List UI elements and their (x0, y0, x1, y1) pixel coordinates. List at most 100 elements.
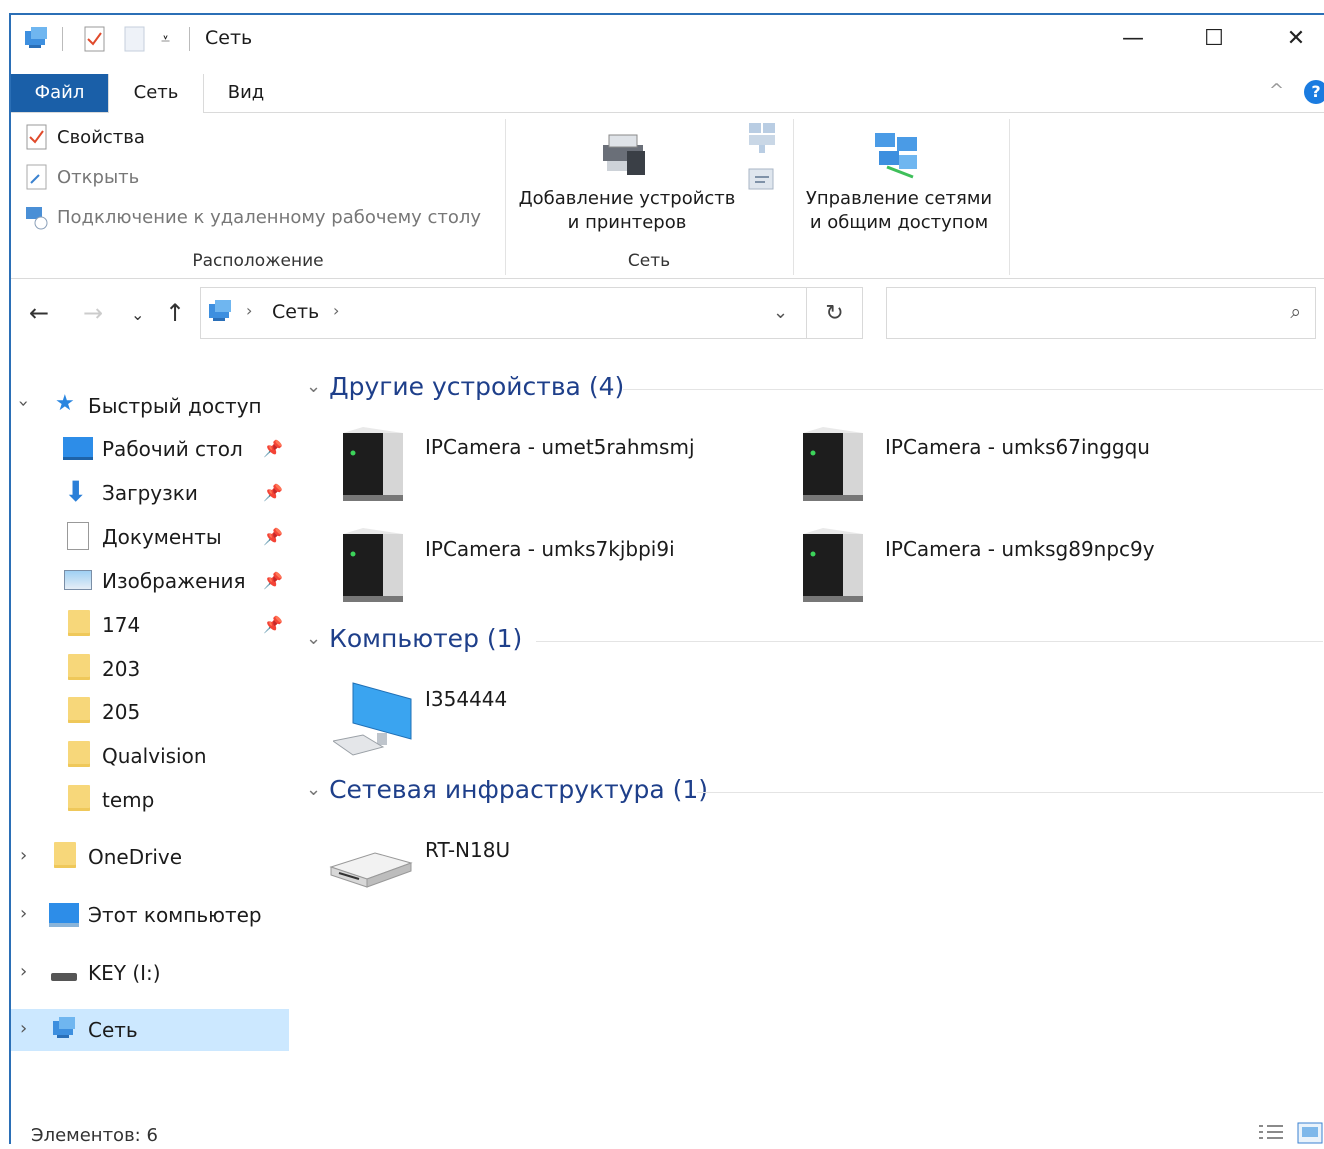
group-label-network: Сеть (627, 251, 671, 271)
desktop-icon (63, 437, 93, 460)
chevron-right-icon[interactable]: › (20, 845, 27, 866)
computer-icon (49, 903, 79, 927)
group-title: Компьютер (1) (329, 624, 523, 653)
chevron-down-icon[interactable]: › (13, 400, 34, 407)
download-arrow-icon: ⬇ (64, 475, 88, 508)
tab-network[interactable]: Сеть (108, 74, 204, 113)
sidebar-item-label: temp (102, 788, 155, 812)
divider (189, 27, 190, 51)
properties-button[interactable]: Свойства (25, 123, 145, 151)
divider (793, 119, 794, 275)
sidebar-item-label: KEY (I:) (88, 961, 161, 985)
sidebar-item-label: Быстрый доступ (88, 394, 262, 418)
chevron-right-icon[interactable]: › (20, 903, 27, 924)
sidebar-item-network[interactable]: › Сеть (11, 1009, 289, 1051)
sidebar-item-label: Qualvision (102, 744, 207, 768)
add-devices-label-line2: и принтеров (567, 212, 687, 233)
up-button[interactable]: ↑ (165, 299, 185, 327)
pin-icon[interactable]: 📌 (263, 483, 283, 502)
divider (697, 792, 1323, 793)
status-items-count: Элементов: 6 (31, 1125, 158, 1146)
device-name: IPCamera - umks67inggqu (885, 435, 1150, 459)
network-sharing-label-line2: и общим доступом (809, 212, 989, 233)
device-name: IPCamera - umet5rahmsmj (425, 435, 695, 459)
maximize-button[interactable]: ☐ (1191, 19, 1237, 59)
drive-icon (51, 973, 77, 981)
close-button[interactable]: ✕ (1273, 19, 1319, 59)
chevron-down-icon: ⌄ (306, 779, 322, 800)
sidebar-item-label: 205 (102, 700, 141, 724)
chevron-down-icon[interactable]: ⌄ (773, 302, 788, 323)
network-icon[interactable] (21, 25, 51, 57)
minimize-button[interactable]: — (1110, 19, 1156, 59)
details-view-icon[interactable] (1257, 1123, 1285, 1149)
refresh-button[interactable]: ↻ (807, 287, 863, 339)
router-icon (329, 852, 413, 888)
add-devices-button[interactable]: Добавление устройств и принтеров (513, 187, 741, 235)
chevron-right-icon[interactable]: › (20, 961, 27, 982)
device-tower-icon (343, 528, 403, 602)
recent-locations-button[interactable]: ⌄ (131, 305, 144, 324)
network-icon (205, 298, 235, 330)
folder-icon (54, 842, 76, 868)
sidebar-item-label: Рабочий стол (102, 437, 243, 461)
device-name: IPCamera - umks7kjbpi9i (425, 537, 675, 561)
open-icon (26, 164, 47, 190)
properties-label: Свойства (57, 126, 145, 148)
group-label-location: Расположение (192, 251, 324, 271)
ribbon-panel: Свойства Открыть Подключение к удаленном… (11, 113, 1324, 279)
network-sharing-center-button[interactable]: Управление сетями и общим доступом (796, 187, 1002, 235)
device-name: I354444 (425, 687, 508, 711)
pin-icon[interactable]: 📌 (263, 439, 283, 458)
sidebar-item-label: 203 (102, 657, 141, 681)
forward-button[interactable]: → (83, 299, 103, 327)
chevron-right-icon[interactable]: › (333, 301, 339, 320)
sidebar-item-label: Загрузки (102, 481, 198, 505)
open-button[interactable]: Открыть (25, 163, 139, 191)
search-input[interactable]: ⌕ (886, 287, 1316, 339)
collapse-ribbon-icon[interactable]: ^ (1269, 80, 1284, 101)
search-icon: ⌕ (1290, 301, 1301, 323)
address-bar[interactable]: › Сеть › ⌄ (200, 287, 807, 339)
back-button[interactable]: ← (29, 299, 49, 327)
chevron-down-icon: ⌄ (306, 628, 322, 649)
remote-desktop-icon (26, 207, 48, 230)
pin-icon[interactable]: 📌 (263, 527, 283, 546)
group-header-network-infrastructure[interactable]: ⌄ Сетевая инфраструктура (1) (306, 775, 708, 804)
customize-quick-access-icon[interactable]: ⩡ (161, 29, 170, 49)
navigation-bar: ← → ⌄ ↑ › Сеть › ⌄ ↻ ⌕ (11, 287, 1324, 345)
open-device-settings-icon[interactable] (747, 165, 779, 199)
divider (536, 641, 1323, 642)
star-icon: ★ (55, 391, 75, 416)
tab-file[interactable]: Файл (11, 74, 108, 112)
computer-icon (333, 682, 412, 756)
properties-icon[interactable] (83, 25, 107, 57)
pin-icon[interactable]: 📌 (263, 615, 283, 634)
new-folder-icon[interactable] (123, 25, 147, 57)
breadcrumb-network[interactable]: Сеть (272, 301, 319, 323)
chevron-right-icon[interactable]: › (20, 1018, 27, 1039)
sidebar-item-label: Сеть (88, 1018, 138, 1042)
device-tower-icon (343, 427, 403, 501)
tab-view[interactable]: Вид (211, 74, 281, 112)
ribbon-tabs: Файл Сеть Вид ^ ? (11, 74, 1324, 113)
large-icons-view-icon[interactable] (1297, 1121, 1323, 1149)
open-label: Открыть (57, 166, 140, 188)
folder-icon (68, 610, 90, 636)
remote-desktop-button[interactable]: Подключение к удаленному рабочему столу (25, 203, 481, 231)
group-header-computer[interactable]: ⌄ Компьютер (1) (306, 624, 522, 653)
device-name: IPCamera - umksg89npc9y (885, 537, 1155, 561)
sidebar-item-label: Этот компьютер (88, 903, 262, 927)
device-tower-icon (803, 528, 863, 602)
group-header-other-devices[interactable]: ⌄ Другие устройства (4) (306, 372, 624, 401)
pin-icon[interactable]: 📌 (263, 571, 283, 590)
divider (62, 27, 63, 51)
group-title: Сетевая инфраструктура (1) (329, 775, 709, 804)
network-sharing-label-line1: Управление сетями (805, 188, 993, 209)
view-device-webpage-icon[interactable] (747, 121, 779, 159)
folder-icon (68, 654, 90, 680)
window-title: Сеть (205, 27, 253, 49)
folder-icon (68, 785, 90, 811)
remote-desktop-label: Подключение к удаленному рабочему столу (57, 206, 482, 228)
help-icon[interactable]: ? (1304, 80, 1324, 104)
